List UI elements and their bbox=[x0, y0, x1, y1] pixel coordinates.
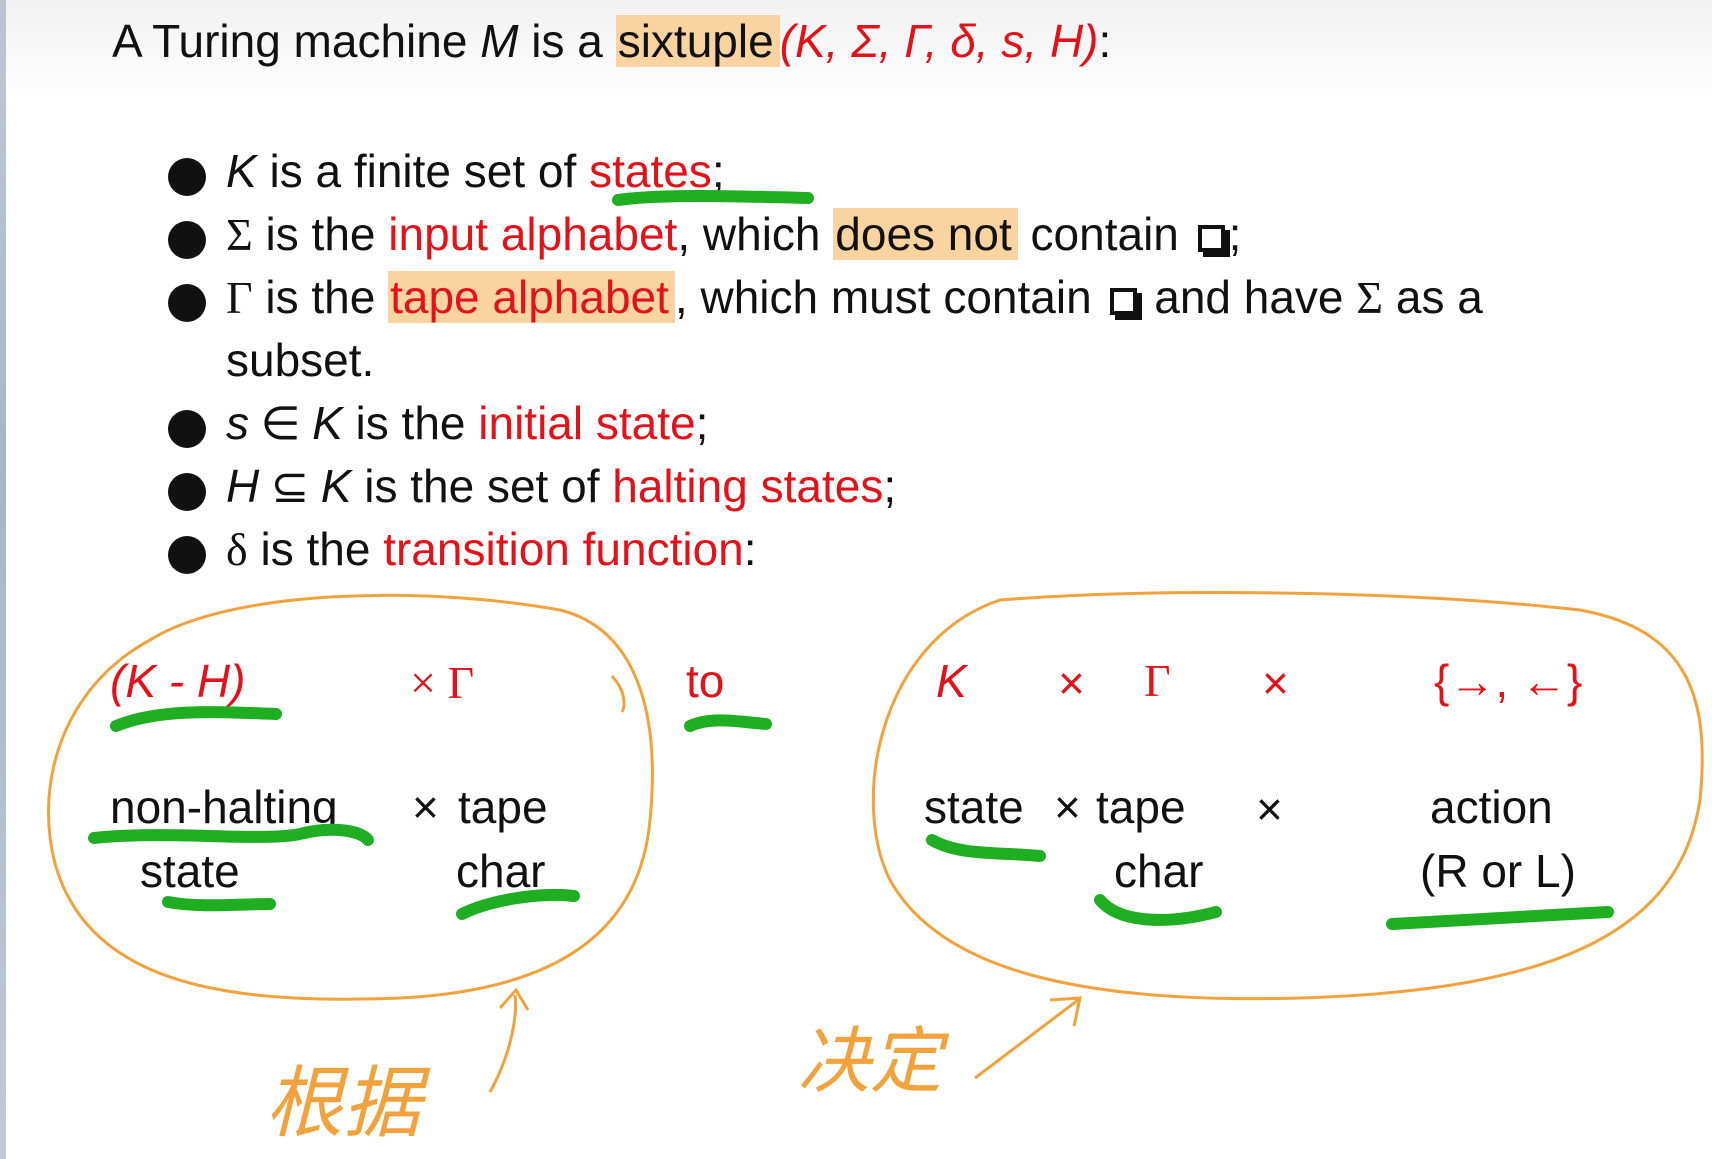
title-prefix: A Turing machine bbox=[112, 15, 481, 67]
domain-expression: (K - H) bbox=[110, 655, 246, 707]
bullet-text: as a bbox=[1383, 271, 1483, 323]
bullet-text: contain bbox=[1017, 208, 1192, 260]
range-label-times-2: × bbox=[1256, 783, 1283, 835]
bullet-highlight: does not bbox=[833, 208, 1018, 260]
underline-range-state bbox=[926, 834, 1046, 862]
bullet-term: halting states bbox=[612, 460, 884, 512]
range-times-2: × bbox=[1262, 657, 1289, 709]
bullet-symbol: Γ bbox=[226, 272, 253, 323]
bullet-term-highlight: tape alphabet bbox=[388, 271, 675, 323]
window-edge bbox=[0, 0, 6, 1159]
bullet-text: is the bbox=[342, 397, 479, 449]
bullet-symbol: s bbox=[226, 397, 249, 449]
underline-range-char bbox=[1094, 894, 1222, 926]
range-label-state: state bbox=[924, 781, 1024, 833]
to-label: to bbox=[686, 655, 725, 707]
domain-label-nonhalting: non-halting bbox=[110, 781, 338, 833]
right-arrow-icon bbox=[974, 996, 1082, 1080]
underline-to bbox=[684, 714, 772, 732]
bullet-end: ; bbox=[695, 397, 709, 449]
bullet-end: ; bbox=[1228, 208, 1242, 260]
handwritten-note-right: 决定 bbox=[798, 1019, 950, 1103]
bullet-text: and have bbox=[1141, 271, 1357, 323]
range-label-char: char bbox=[1114, 845, 1204, 897]
handwritten-note-left: 根据 bbox=[265, 1059, 431, 1149]
underline-k-h bbox=[110, 706, 282, 732]
bullet-text: is the bbox=[247, 523, 384, 575]
bullet-symbol: Σ bbox=[226, 209, 253, 260]
bullet-input-alphabet: Σ is the input alphabet, which does not … bbox=[164, 203, 1483, 266]
definition-list: K is a finite set of states; Σ is the in… bbox=[164, 140, 1483, 581]
blank-symbol-icon bbox=[1197, 225, 1225, 252]
range-label-action: action bbox=[1430, 781, 1553, 833]
bullet-symbol: δ bbox=[226, 524, 248, 575]
title-sixtuple-highlight: sixtuple bbox=[615, 15, 780, 67]
title-suffix: : bbox=[1098, 15, 1112, 67]
bullet-text: is the set of bbox=[351, 460, 613, 512]
bullet-tape-alphabet: Γ is the tape alphabet, which must conta… bbox=[164, 266, 1483, 392]
bullet-text: is a finite set of bbox=[256, 145, 590, 197]
range-times-1: × bbox=[1058, 657, 1085, 709]
bullet-end: ; bbox=[883, 460, 897, 512]
range-gamma: Γ bbox=[1144, 655, 1171, 706]
bullet-term: states bbox=[589, 145, 712, 197]
bullet-transition-function: δ is the transition function: bbox=[164, 518, 1483, 581]
domain-times-gamma: × Γ bbox=[410, 657, 475, 708]
bullet-symbol: K bbox=[320, 460, 352, 512]
bullet-symbol: K bbox=[226, 145, 257, 197]
underline-action bbox=[1386, 906, 1614, 930]
bullet-term: transition function bbox=[383, 523, 744, 575]
bullet-text: , which must contain bbox=[674, 271, 1105, 323]
bullet-text: , which bbox=[677, 208, 834, 260]
bullet-relation: ⊆ bbox=[259, 461, 321, 512]
range-label-times: × bbox=[1054, 781, 1081, 833]
title-is-a: is a bbox=[518, 15, 616, 67]
bullet-relation: ∈ bbox=[249, 398, 313, 449]
bullet-continuation: subset. bbox=[226, 334, 375, 386]
underline-char bbox=[456, 888, 580, 920]
domain-circle-tick bbox=[610, 674, 626, 713]
underline-state bbox=[162, 896, 276, 912]
domain-label-tape: tape bbox=[458, 781, 548, 833]
bullet-text: is the bbox=[252, 271, 389, 323]
bullet-term: input alphabet bbox=[388, 208, 678, 260]
title-machine: M bbox=[480, 15, 519, 67]
blank-symbol-icon bbox=[1110, 288, 1138, 315]
bullet-end: ; bbox=[711, 145, 725, 197]
bullet-symbol: Σ bbox=[1356, 272, 1384, 323]
range-k: K bbox=[936, 655, 967, 707]
bullet-end: : bbox=[743, 523, 757, 575]
bullet-states: K is a finite set of states; bbox=[164, 140, 1483, 203]
domain-label-char: char bbox=[456, 845, 546, 897]
left-arrow-icon bbox=[488, 987, 530, 1093]
bullet-symbol: H bbox=[226, 460, 260, 512]
range-label-tape: tape bbox=[1096, 781, 1186, 833]
bullet-symbol: K bbox=[312, 397, 343, 449]
bullet-term: initial state bbox=[478, 397, 696, 449]
title-tuple: (K, Σ, Γ, δ, s, H) bbox=[779, 15, 1099, 67]
domain-label-state: state bbox=[140, 845, 240, 897]
bullet-halting-states: H ⊆ K is the set of halting states; bbox=[164, 455, 1483, 518]
domain-label-times: × bbox=[412, 781, 439, 833]
bullet-initial-state: s ∈ K is the initial state; bbox=[164, 392, 1483, 455]
range-directions: {→, ←} bbox=[1434, 655, 1583, 707]
range-label-rl: (R or L) bbox=[1420, 845, 1576, 897]
bullet-text: is the bbox=[252, 208, 389, 260]
slide-title: A Turing machine M is a sixtuple (K, Σ, Γ… bbox=[112, 14, 1111, 68]
